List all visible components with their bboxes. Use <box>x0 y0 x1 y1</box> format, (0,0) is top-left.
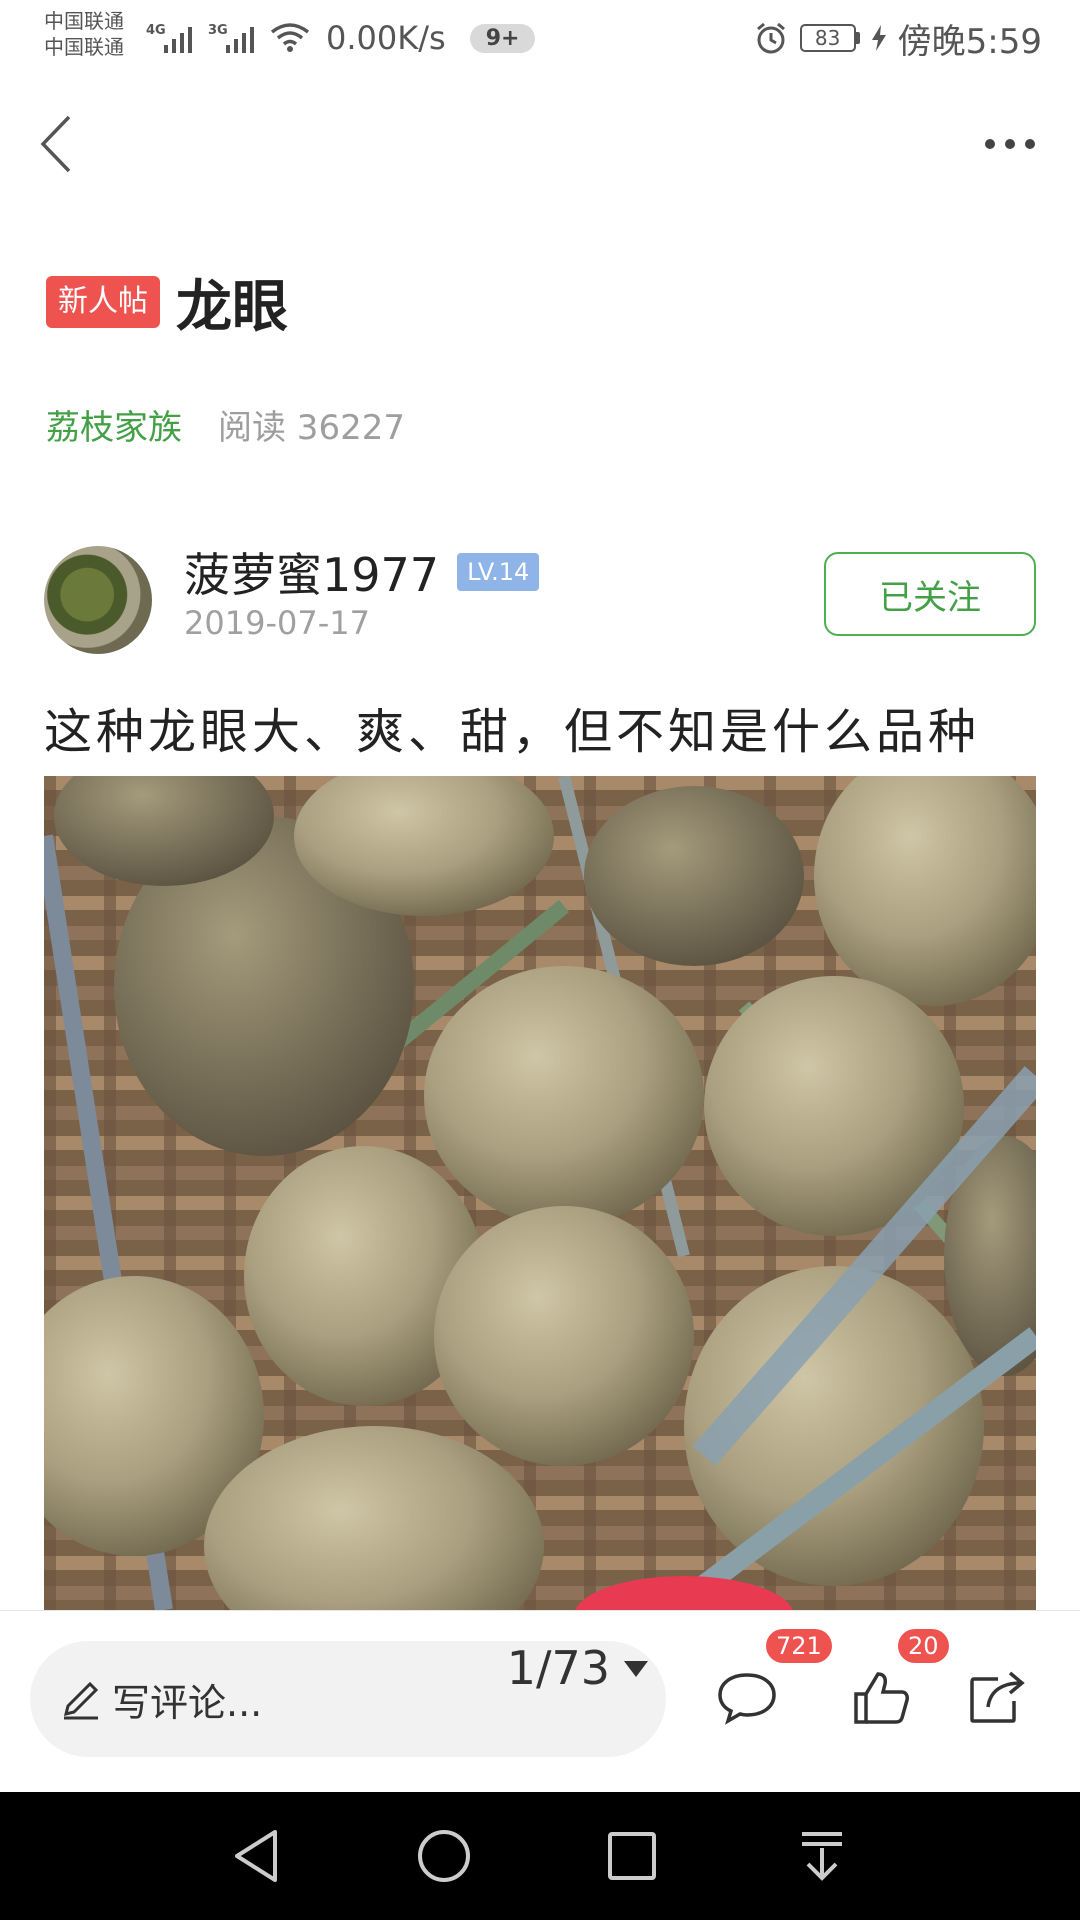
like-icon <box>854 1672 909 1724</box>
comment-icon <box>718 1673 776 1725</box>
battery-icon: 83 <box>799 24 860 52</box>
top-nav <box>0 96 1080 192</box>
carrier-1: 中国联通 <box>44 9 124 33</box>
share-icon <box>970 1671 1025 1723</box>
status-right: 83 傍晚5:59 <box>754 14 1042 62</box>
network-type-1: 4G <box>146 23 166 38</box>
nav-home-button[interactable] <box>404 1816 484 1896</box>
bottom-action-bar: 写评论... 1/73 721 20 <box>0 1610 1080 1792</box>
avatar[interactable] <box>44 546 152 654</box>
follow-button[interactable]: 已关注 <box>824 552 1036 636</box>
clock: 傍晚5:59 <box>897 21 1042 62</box>
share-button[interactable] <box>952 1643 1042 1753</box>
nav-back-icon <box>235 1830 277 1882</box>
post-image[interactable] <box>44 776 1036 1610</box>
author-row: 菠萝蜜1977 LV.14 2019-07-17 已关注 <box>44 544 1036 656</box>
carrier-2: 中国联通 <box>44 35 124 59</box>
more-icon <box>985 139 1035 149</box>
comment-count-badge: 721 <box>766 1629 832 1663</box>
circle-link[interactable]: 荔枝家族 <box>46 400 182 449</box>
back-icon <box>40 115 71 173</box>
wifi-icon <box>270 23 310 52</box>
network-indicators: 4G 3G 0.00K/s 9+ <box>146 14 536 62</box>
nav-recents-button[interactable] <box>592 1816 672 1896</box>
longan-photo <box>44 776 1036 1610</box>
net-speed: 0.00K/s <box>326 19 446 57</box>
post-meta: 荔枝家族 阅读 36227 <box>46 398 405 450</box>
nav-menu-icon <box>802 1832 842 1881</box>
nav-home-icon <box>418 1830 470 1882</box>
post-title: 龙眼 <box>176 274 288 340</box>
battery-level: 83 <box>799 24 856 52</box>
system-nav-bar <box>0 1792 1080 1920</box>
back-button[interactable] <box>20 108 92 180</box>
caret-down-icon[interactable] <box>624 1659 648 1679</box>
signal-3g-icon: 3G <box>208 23 254 53</box>
page-indicator[interactable]: 1/73 <box>507 1641 610 1695</box>
notification-badge: 9+ <box>469 23 536 53</box>
read-count: 阅读 36227 <box>218 407 405 448</box>
carrier-info: 中国联通 中国联通 <box>44 8 124 60</box>
pen-icon <box>63 1681 99 1720</box>
nav-menu-button[interactable] <box>782 1816 862 1896</box>
author-name-row: 菠萝蜜1977 LV.14 <box>184 544 540 602</box>
comment-placeholder: 写评论... <box>112 1680 263 1725</box>
author-name[interactable]: 菠萝蜜1977 <box>184 539 439 605</box>
like-count-badge: 20 <box>898 1629 949 1663</box>
network-type-2: 3G <box>208 23 228 38</box>
post-date: 2019-07-17 <box>184 604 370 642</box>
more-button[interactable] <box>970 108 1050 180</box>
status-bar: 中国联通 中国联通 4G 3G 0.00K/s 9+ 83 傍晚5:59 <box>0 0 1080 76</box>
charging-icon <box>871 25 886 51</box>
post-title-row: 新人帖 龙眼 <box>46 262 288 342</box>
post-body-text: 这种龙眼大、爽、甜，但不知是什么品种 <box>44 704 981 760</box>
level-badge: LV.14 <box>457 553 540 591</box>
new-post-badge: 新人帖 <box>46 276 160 328</box>
nav-back-button[interactable] <box>216 1816 296 1896</box>
nav-recents-icon <box>608 1832 656 1880</box>
alarm-icon <box>756 22 785 54</box>
signal-4g-icon: 4G <box>146 23 192 53</box>
